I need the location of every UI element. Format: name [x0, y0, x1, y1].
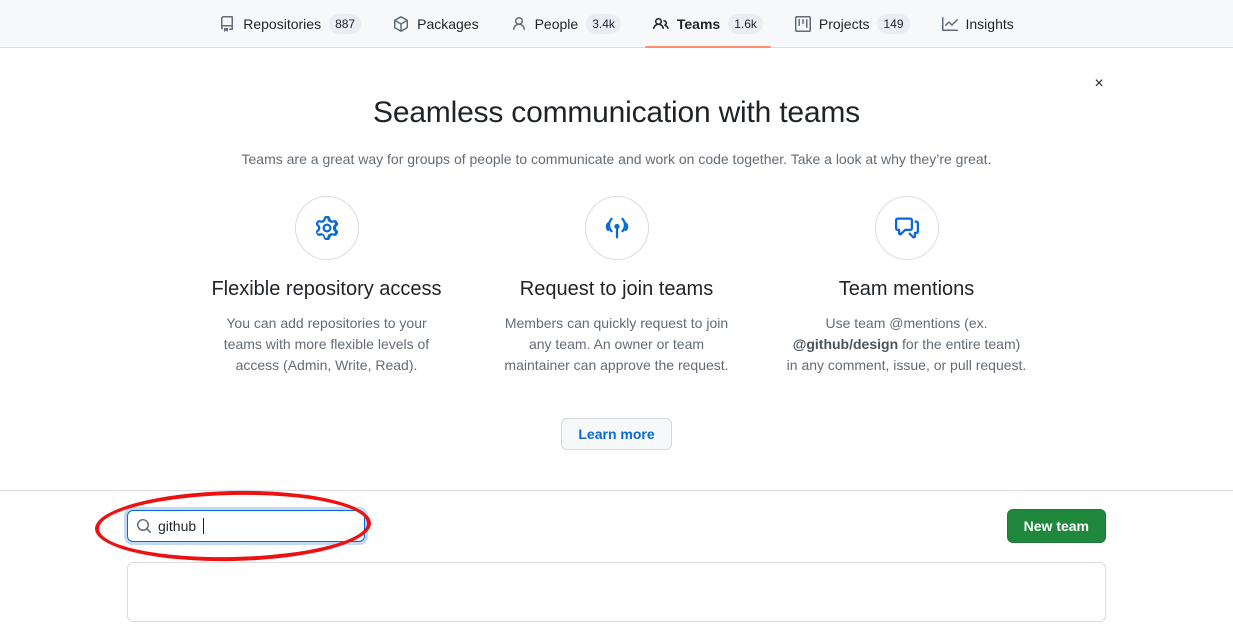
search-container: github: [94, 488, 372, 565]
nav-item-label: Teams: [676, 15, 721, 32]
feature-flexible-repository-access: Flexible repository access You can add r…: [207, 196, 447, 376]
broadcast-icon: [584, 196, 649, 261]
nav-item-label: Projects: [818, 15, 870, 32]
nav-item-counter: 1.6k: [728, 13, 763, 34]
project-icon: [794, 15, 811, 32]
feature-description: Use team @mentions (ex. @github/design f…: [787, 313, 1027, 376]
nav-item-counter: 3.4k: [586, 13, 621, 34]
page-title: Seamless communication with teams: [373, 96, 860, 129]
feature-request-to-join-teams: Request to join teams Members can quickl…: [497, 196, 737, 376]
feature-title: Request to join teams: [519, 278, 714, 301]
new-team-button[interactable]: New team: [1006, 509, 1106, 544]
nav-item-counter: 887: [329, 13, 362, 34]
text-caret: [203, 518, 205, 535]
teams-list-container[interactable]: [127, 562, 1106, 623]
nav-item-label: Packages: [417, 15, 479, 32]
package-icon: [393, 15, 409, 32]
search-input-value: github: [158, 518, 197, 535]
nav-item-teams[interactable]: Teams 1.6k: [637, 0, 779, 48]
graph-icon: [941, 16, 958, 32]
learn-more-container: Learn more: [0, 418, 1233, 451]
comment-discussion-icon: [874, 196, 939, 261]
nav-item-repositories[interactable]: Repositories 887: [203, 0, 377, 47]
mentions-team-handle: @github/design: [792, 336, 899, 353]
close-icon[interactable]: ×: [1085, 70, 1113, 98]
search-icon: [136, 518, 152, 534]
feature-team-mentions: Team mentions Use team @mentions (ex. @g…: [787, 196, 1027, 376]
feature-title: Team mentions: [838, 278, 975, 301]
gear-icon: [294, 196, 359, 261]
feature-description: You can add repositories to your teams w…: [223, 315, 430, 374]
org-navigation: Repositories 887 Packages People 3.4k Te…: [0, 0, 1233, 48]
nav-item-insights[interactable]: Insights: [926, 0, 1030, 47]
nav-item-people[interactable]: People 3.4k: [495, 0, 637, 47]
page-subtitle: Teams are a great way for groups of peop…: [241, 151, 992, 167]
nav-item-packages[interactable]: Packages: [377, 0, 494, 47]
teams-toolbar: github New team: [0, 488, 1233, 565]
nav-item-counter: 149: [877, 13, 910, 34]
nav-item-label: Insights: [965, 15, 1014, 32]
feature-description: Members can quickly request to join any …: [504, 315, 729, 374]
nav-item-label: People: [534, 15, 579, 32]
nav-item-projects[interactable]: Projects 149: [779, 0, 926, 47]
search-input[interactable]: github: [127, 510, 365, 543]
learn-more-button[interactable]: Learn more: [561, 418, 672, 451]
people-icon: [652, 16, 669, 32]
mentions-text-before: Use team @mentions (ex.: [825, 315, 988, 332]
feature-title: Flexible repository access: [211, 278, 442, 301]
repo-icon: [219, 15, 235, 32]
nav-item-label: Repositories: [243, 15, 322, 32]
feature-list: Flexible repository access You can add r…: [207, 196, 1027, 376]
person-icon: [511, 16, 527, 32]
teams-promo-blankslate: × Seamless communication with teams Team…: [0, 48, 1233, 490]
